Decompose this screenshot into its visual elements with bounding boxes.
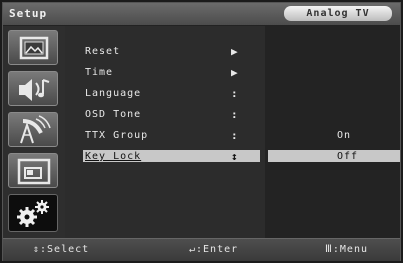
menu-item-time[interactable]: Time ▶ — [65, 66, 400, 80]
menu-item-ttx-group[interactable]: TTX Group : On — [65, 129, 400, 143]
pip-menu-button[interactable] — [8, 153, 58, 188]
menu-item-label: Key Lock — [85, 151, 142, 162]
tv-menu-frame: Setup Analog TV Reset ▶ Time ▶ Language … — [2, 2, 401, 261]
menu-item-reset[interactable]: Reset ▶ — [65, 45, 400, 59]
title-bar: Setup Analog TV — [3, 3, 400, 26]
menu-list: Reset ▶ Time ▶ Language : OSD Tone : TTX… — [65, 26, 400, 238]
menu-item-value: Off — [337, 151, 359, 162]
menu-item-label: TTX Group — [85, 130, 149, 141]
channel-menu-button[interactable] — [8, 112, 58, 147]
menu-item-label: Reset — [85, 46, 121, 57]
sound-icon — [19, 79, 50, 101]
picture-menu-button[interactable] — [8, 30, 58, 65]
picture-icon — [19, 36, 49, 60]
colon-marker: : — [231, 108, 239, 121]
colon-marker: : — [231, 87, 239, 100]
menu-item-osd-tone[interactable]: OSD Tone : — [65, 108, 400, 122]
sound-menu-button[interactable] — [8, 71, 58, 106]
menu-item-label: Language — [85, 88, 142, 99]
menu-item-label: Time — [85, 67, 114, 78]
menu-item-language[interactable]: Language : — [65, 87, 400, 101]
menu-hint: Ⅲ:Menu — [325, 244, 368, 255]
menu-item-key-lock[interactable]: Key Lock ↕ Off — [65, 150, 400, 164]
help-bar: ⇕:Select ↵:Enter Ⅲ:Menu — [3, 238, 400, 261]
enter-hint: ↵:Enter — [189, 244, 239, 255]
select-hint: ⇕:Select — [33, 244, 90, 255]
submenu-arrow-icon: ▶ — [231, 66, 239, 79]
submenu-arrow-icon: ▶ — [231, 45, 239, 58]
channel-icon — [20, 115, 51, 144]
input-source-badge: Analog TV — [284, 6, 392, 21]
setup-menu-button[interactable] — [8, 194, 58, 232]
updown-arrow-icon: ↕ — [231, 150, 239, 163]
pip-icon — [17, 158, 51, 185]
setup-gears-icon — [17, 200, 49, 227]
category-sidebar — [3, 26, 65, 238]
colon-marker: : — [231, 129, 239, 142]
menu-item-value: On — [337, 130, 352, 141]
selection-highlight — [268, 150, 400, 162]
menu-title: Setup — [9, 7, 48, 20]
menu-item-label: OSD Tone — [85, 109, 142, 120]
